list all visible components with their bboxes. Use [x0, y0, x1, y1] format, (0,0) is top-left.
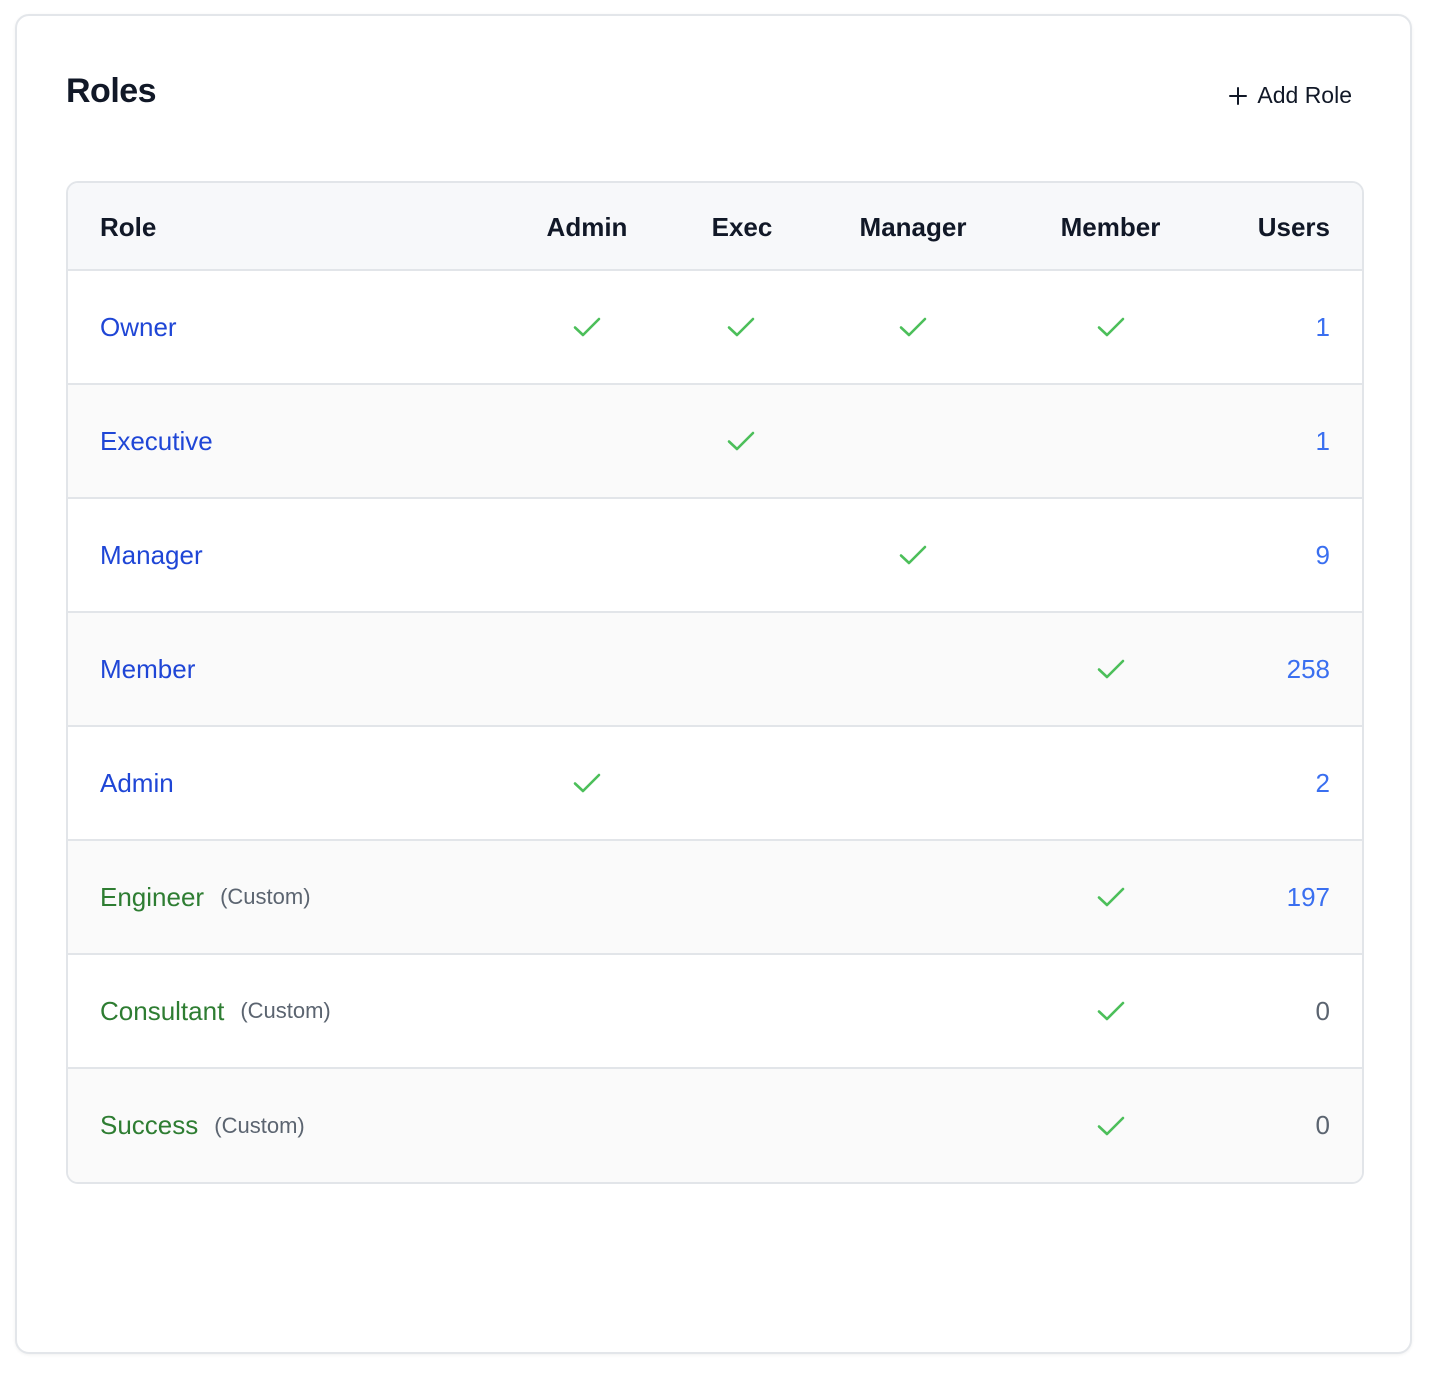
user-count[interactable]: 197 [1287, 841, 1330, 953]
role-name-link[interactable]: Manager [100, 540, 203, 571]
user-count[interactable]: 2 [1316, 727, 1330, 839]
column-header-exec: Exec [711, 211, 773, 242]
user-count[interactable]: 1 [1316, 271, 1330, 383]
role-name-link[interactable]: Owner [100, 312, 177, 343]
table-row: Executive 1 [68, 385, 1362, 499]
check-icon [1091, 841, 1131, 953]
check-icon [721, 385, 761, 497]
column-header-role: Role [100, 211, 157, 242]
roles-card: Roles Add Role Role Admin Exec Manager M… [15, 14, 1412, 1354]
role-cell: Executive [100, 385, 213, 497]
roles-header: Roles Add Role [17, 16, 1410, 166]
role-cell: Consultant (Custom) [100, 955, 331, 1067]
user-count[interactable]: 258 [1287, 613, 1330, 725]
check-icon [1091, 955, 1131, 1067]
user-count[interactable]: 9 [1316, 499, 1330, 611]
table-row: Admin 2 [68, 727, 1362, 841]
column-header-member: Member [1060, 211, 1161, 242]
custom-role-tag: (Custom) [214, 1112, 305, 1138]
column-header-admin: Admin [546, 211, 628, 242]
roles-table: Role Admin Exec Manager Member Users Own… [66, 181, 1364, 1184]
column-header-manager: Manager [859, 211, 967, 242]
check-icon [567, 727, 607, 839]
plus-icon [1229, 86, 1248, 105]
page-title: Roles [66, 72, 157, 110]
check-icon [1091, 1069, 1131, 1182]
role-name-link[interactable]: Executive [100, 426, 213, 457]
custom-role-tag: (Custom) [240, 998, 331, 1023]
check-icon [893, 271, 933, 383]
table-row: Owner 1 [68, 271, 1362, 385]
role-cell: Owner [100, 271, 177, 383]
table-header: Role Admin Exec Manager Member Users [68, 183, 1362, 271]
role-name-link[interactable]: Success [100, 1110, 198, 1141]
table-row: Success (Custom) 0 [68, 1069, 1362, 1182]
table-body: Owner 1 Executive 1 Manager 9 Member 258 Admin 2 E… [68, 271, 1362, 1182]
check-icon [1091, 613, 1131, 725]
role-cell: Manager [100, 499, 203, 611]
role-cell: Success (Custom) [100, 1069, 305, 1182]
check-icon [1091, 271, 1131, 383]
role-name-link[interactable]: Admin [100, 768, 174, 799]
user-count: 0 [1315, 995, 1330, 1026]
role-cell: Admin [100, 727, 174, 839]
table-row: Engineer (Custom) 197 [68, 841, 1362, 955]
check-icon [893, 499, 933, 611]
check-icon [721, 271, 761, 383]
column-header-users: Users [1257, 211, 1330, 242]
role-cell: Member [100, 613, 195, 725]
table-row: Manager 9 [68, 499, 1362, 613]
role-name-link[interactable]: Member [100, 654, 195, 685]
table-row: Member 258 [68, 613, 1362, 727]
add-role-button[interactable]: Add Role [1229, 82, 1352, 109]
user-count: 0 [1315, 1110, 1330, 1140]
add-role-label: Add Role [1257, 82, 1352, 108]
user-count[interactable]: 1 [1316, 385, 1330, 497]
role-cell: Engineer (Custom) [100, 841, 311, 953]
table-row: Consultant (Custom) 0 [68, 955, 1362, 1069]
role-name-link[interactable]: Engineer [100, 882, 204, 913]
check-icon [567, 271, 607, 383]
role-name-link[interactable]: Consultant [100, 996, 224, 1027]
custom-role-tag: (Custom) [220, 884, 311, 909]
